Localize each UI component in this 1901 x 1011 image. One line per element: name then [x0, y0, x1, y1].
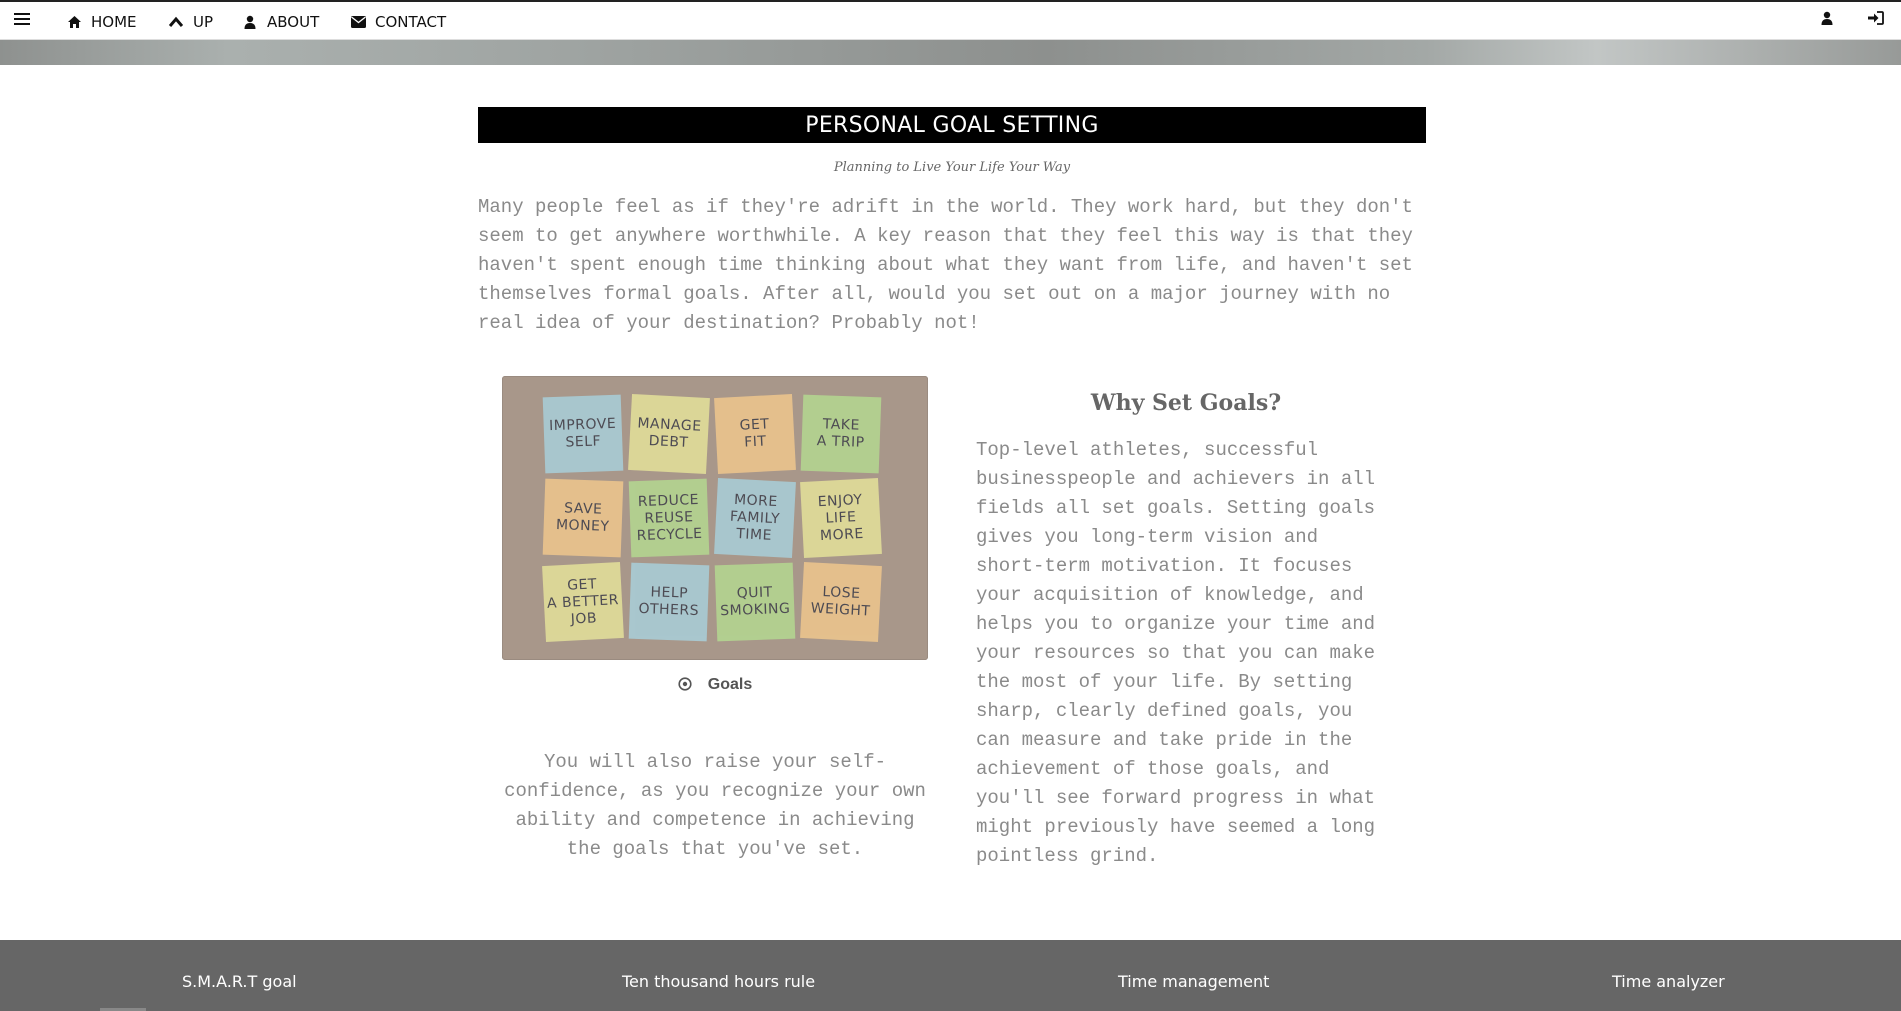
- sticky-note: REDUCE REUSE RECYCLE: [628, 478, 710, 558]
- right-column: Why Set Goals? Top-level athletes, succe…: [976, 376, 1396, 871]
- why-set-goals-heading: Why Set Goals?: [1090, 390, 1282, 416]
- top-navbar: HOME UP ABOUT CONTACT: [0, 0, 1901, 40]
- account-user-icon[interactable]: [1821, 11, 1837, 29]
- sticky-note: MANAGE DEBT: [628, 394, 710, 474]
- dot-circle-icon: [678, 677, 694, 693]
- sticky-note: SAVE MONEY: [542, 478, 624, 558]
- page-title: PERSONAL GOAL SETTING: [478, 107, 1426, 143]
- header-banner-image: [0, 40, 1901, 65]
- nav-contact-label: CONTACT: [375, 13, 447, 31]
- sticky-note: HELP OTHERS: [628, 562, 710, 642]
- footer-link-time-analyzer[interactable]: Time analyzer: [1612, 972, 1725, 991]
- sticky-note: MORE FAMILY TIME: [714, 478, 796, 558]
- nav-about-label: ABOUT: [267, 13, 320, 31]
- goals-sticky-notes-image: IMPROVE SELF MANAGE DEBT GET FIT TAKE A TRI…: [502, 376, 928, 660]
- nav-contact-link[interactable]: CONTACT: [350, 2, 446, 42]
- home-icon: [66, 14, 82, 30]
- nav-home-link[interactable]: HOME: [66, 2, 137, 42]
- nav-up-label: UP: [193, 13, 214, 31]
- sticky-note: LOSE WEIGHT: [800, 562, 882, 642]
- nav-about-link[interactable]: ABOUT: [242, 2, 319, 42]
- why-set-goals-paragraph: Top-level athletes, successful businessp…: [976, 439, 1376, 867]
- footer: S.M.A.R.T goal Ten thousand hours rule T…: [0, 940, 1901, 1011]
- hamburger-menu-icon[interactable]: [14, 10, 30, 28]
- footer-link-time-management[interactable]: Time management: [1118, 972, 1269, 991]
- image-caption-text: Goals: [707, 676, 753, 693]
- nav-home-label: HOME: [91, 13, 137, 31]
- envelope-icon: [350, 14, 366, 30]
- sticky-note: TAKE A TRIP: [800, 394, 882, 474]
- sign-in-icon[interactable]: [1868, 11, 1884, 29]
- sticky-note: GET FIT: [714, 394, 796, 474]
- chevron-up-icon: [168, 14, 184, 30]
- intro-paragraph: Many people feel as if they're adrift in…: [478, 196, 1413, 334]
- sticky-note: QUIT SMOKING: [714, 562, 796, 642]
- page-subtitle: Planning to Live Your Life Your Way: [833, 160, 1071, 175]
- user-icon: [242, 14, 258, 30]
- confidence-paragraph: You will also raise your self-confidence…: [504, 751, 926, 860]
- two-column-section: IMPROVE SELF MANAGE DEBT GET FIT TAKE A TRI…: [478, 376, 1426, 896]
- sticky-note: IMPROVE SELF: [542, 394, 624, 474]
- image-caption: Goals: [502, 676, 928, 694]
- sticky-note: GET A BETTER JOB: [542, 562, 624, 642]
- left-column: IMPROVE SELF MANAGE DEBT GET FIT TAKE A TRI…: [502, 376, 928, 864]
- footer-link-smart-goal[interactable]: S.M.A.R.T goal: [182, 972, 297, 991]
- nav-up-link[interactable]: UP: [168, 2, 213, 42]
- footer-link-ten-thousand-hours[interactable]: Ten thousand hours rule: [622, 972, 815, 991]
- sticky-note: ENJOY LIFE MORE: [800, 478, 882, 558]
- main-content: PERSONAL GOAL SETTING Planning to Live Y…: [478, 107, 1426, 338]
